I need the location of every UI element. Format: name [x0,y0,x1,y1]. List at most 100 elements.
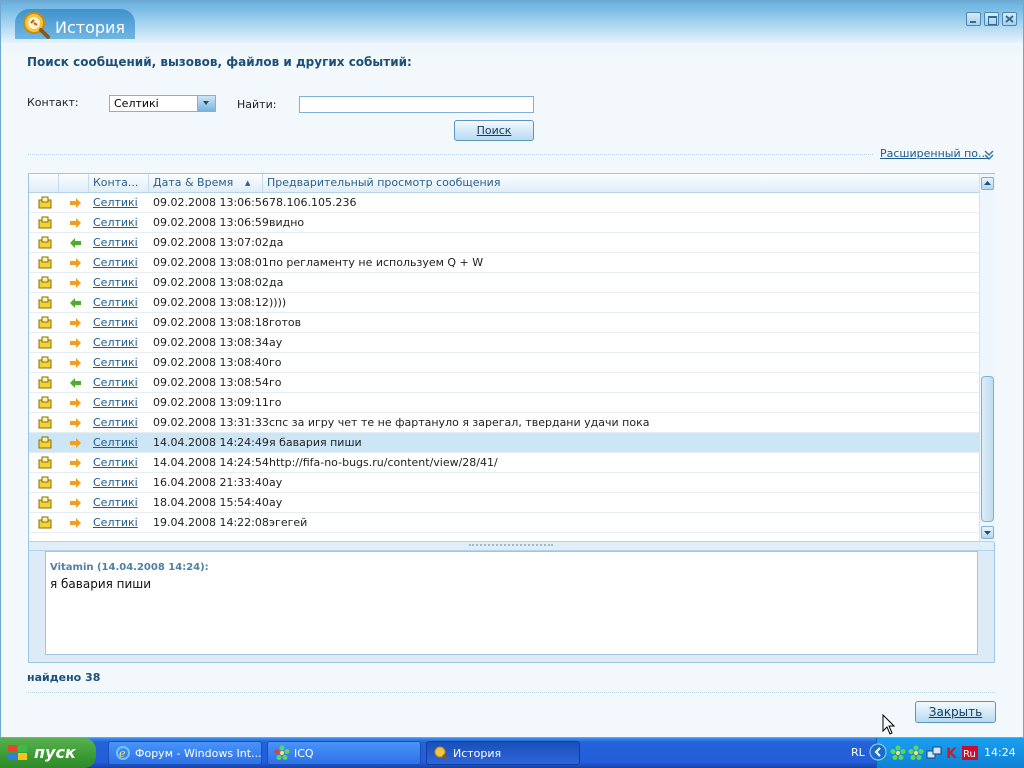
row-contact-link[interactable]: Селтикі [93,473,138,492]
windows-logo-icon [8,745,27,760]
find-input[interactable] [299,96,534,113]
table-row[interactable]: Селтикі 09.02.2008 13:08:01 по регламенту … [29,253,979,273]
message-type-icon [37,516,53,530]
maximize-button[interactable] [984,12,999,26]
title-bar[interactable]: История [1,1,1023,43]
header-preview-column[interactable]: Предварительный просмотр сообщения [263,174,979,192]
row-contact-link[interactable]: Селтикі [93,433,138,452]
row-message-preview: го [269,356,282,369]
table-row[interactable]: Селтикі 09.02.2008 13:07:02 да [29,233,979,253]
close-window-button[interactable] [1002,12,1017,26]
ie-icon: e [116,746,130,760]
taskbar-item-history[interactable]: История [426,741,580,765]
history-icon [434,746,449,761]
table-row[interactable]: Селтикі 09.02.2008 13:08:54 го [29,373,979,393]
vertical-scrollbar[interactable] [979,174,995,542]
minimize-button[interactable] [966,12,981,26]
row-datetime: 16.04.2008 21:33:40 [153,476,269,489]
row-contact-link[interactable]: Селтикі [93,313,138,332]
svg-text:Ru: Ru [963,749,976,760]
table-row[interactable]: Селтикі 09.02.2008 13:08:02 да [29,273,979,293]
row-contact-link[interactable]: Селтикі [93,293,138,312]
dropdown-arrow-button[interactable] [197,96,215,111]
taskbar-item-icq[interactable]: ICQ [267,741,421,765]
row-message-preview: го [269,376,282,389]
preview-text: я бавария пиши [50,577,152,591]
table-row[interactable]: Селтикі 19.04.2008 14:22:08 эгегей [29,513,979,533]
row-message-preview: ау [269,496,283,509]
table-row[interactable]: Селтикі 14.04.2008 14:24:54 http://fifa-no… [29,453,979,473]
header-datetime-column[interactable]: Дата & Время ▲ [149,174,263,192]
row-message-preview: готов [269,316,302,329]
contact-dropdown-value: Селтикі [114,97,159,110]
tray-expand-icon[interactable] [869,743,887,761]
message-preview: Vitamin (14.04.2008 14:24): я бавария пи… [45,551,978,655]
table-row[interactable]: Селтикі 09.02.2008 13:06:56 78.106.105.236 [29,193,979,213]
table-row[interactable]: Селтикі 09.02.2008 13:08:12)))) [29,293,979,313]
row-contact-link[interactable]: Селтикі [93,353,138,372]
search-button[interactable]: Поиск [454,120,534,141]
row-datetime: 09.02.2008 13:06:56 [153,196,269,209]
row-message-preview: да [269,236,284,249]
scroll-down-button[interactable] [981,526,994,539]
divider [28,692,995,693]
table-row[interactable]: Селтикі 09.02.2008 13:09:11 го [29,393,979,413]
svg-text:e: e [119,747,126,760]
row-message-preview: да [269,276,284,289]
list-header: Конта... Дата & Время ▲ Предварительный … [29,174,994,193]
row-contact-link[interactable]: Селтикі [93,253,138,272]
window-title: История [55,18,126,37]
row-contact-link[interactable]: Селтикі [93,373,138,392]
row-contact-link[interactable]: Селтикі [93,493,138,512]
close-button[interactable]: Закрыть [915,701,996,723]
message-type-icon [37,256,53,270]
language-indicator[interactable]: RL [851,746,865,759]
kaspersky-icon[interactable]: K [944,745,960,761]
row-contact-link[interactable]: Селтикі [93,233,138,252]
icq-flower-icon[interactable] [908,745,924,761]
row-message-preview: видно [269,216,305,229]
message-type-icon [37,436,53,450]
scroll-thumb[interactable] [981,376,994,522]
row-datetime: 09.02.2008 13:08:54 [153,376,269,389]
row-contact-link[interactable]: Селтикі [93,333,138,352]
sort-ascending-icon: ▲ [245,179,251,187]
table-row[interactable]: Селтикі 09.02.2008 13:31:33 спс за игру че… [29,413,979,433]
table-row[interactable]: Селтикі 09.02.2008 13:08:40 го [29,353,979,373]
splitter-handle[interactable] [29,541,994,551]
table-row[interactable]: Селтикі 16.04.2008 21:33:40 ау [29,473,979,493]
taskbar: пуск e Форум - Windows Int... ICQ Истори… [0,738,1024,768]
row-datetime: 09.02.2008 13:08:34 [153,336,269,349]
row-contact-link[interactable]: Селтикі [93,513,138,532]
row-contact-link[interactable]: Селтикі [93,413,138,432]
row-contact-link[interactable]: Селтикі [93,213,138,232]
table-row[interactable]: Селтикі 09.02.2008 13:08:18 готов [29,313,979,333]
row-contact-link[interactable]: Селтикі [93,393,138,412]
network-icon[interactable] [926,745,942,761]
row-datetime: 09.02.2008 13:08:02 [153,276,269,289]
contact-dropdown[interactable]: Селтикі [109,95,216,112]
start-button[interactable]: пуск [0,738,96,768]
header-contact-column[interactable]: Конта... [89,174,149,192]
punto-switcher-ru-icon[interactable]: Ru [962,745,978,761]
row-contact-link[interactable]: Селтикі [93,193,138,212]
header-icon-column[interactable] [29,174,59,192]
row-contact-link[interactable]: Селтикі [93,453,138,472]
icq-flower-icon[interactable] [890,745,906,761]
header-direction-column[interactable] [59,174,89,192]
table-row[interactable]: Селтикі 14.04.2008 14:24:49 я бавария пиши [29,433,979,453]
table-row[interactable]: Селтикі 18.04.2008 15:54:40 ау [29,493,979,513]
table-row[interactable]: Селтикі 09.02.2008 13:06:59 видно [29,213,979,233]
scroll-up-button[interactable] [981,177,994,190]
message-type-icon [37,236,53,250]
svg-text:K: K [946,746,958,761]
table-row[interactable]: Селтикі 09.02.2008 13:08:34 ау [29,333,979,353]
row-datetime: 09.02.2008 13:09:11 [153,396,269,409]
row-datetime: 14.04.2008 14:24:54 [153,456,269,469]
double-chevron-down-icon[interactable] [983,149,995,161]
taskbar-item-forum[interactable]: e Форум - Windows Int... [108,741,262,765]
row-message-preview: го [269,396,282,409]
row-contact-link[interactable]: Селтикі [93,273,138,292]
advanced-search-link[interactable]: Расширенный по... [880,147,989,160]
search-heading: Поиск сообщений, вызовов, файлов и други… [27,55,412,69]
